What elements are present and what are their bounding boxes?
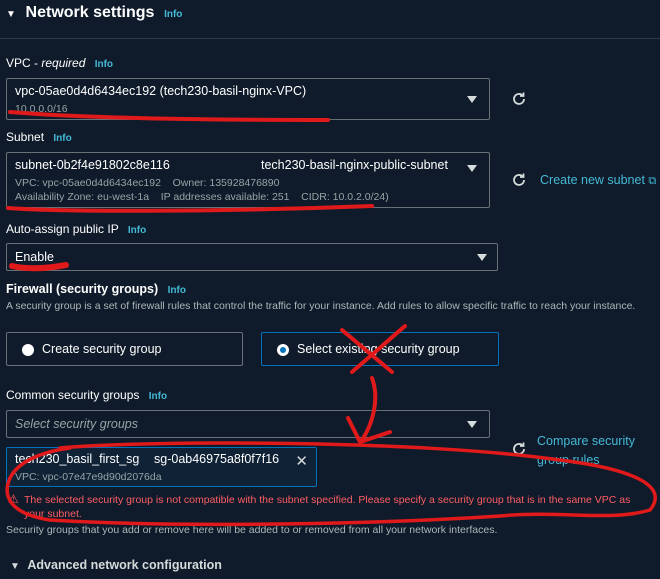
- public-ip-info-link[interactable]: Info: [128, 225, 146, 236]
- section-title: Network settings: [25, 4, 155, 21]
- select-existing-security-group-option[interactable]: Select existing security group: [261, 332, 499, 366]
- warning-icon: ⚠: [8, 492, 19, 506]
- public-ip-value: Enable: [15, 250, 54, 264]
- network-settings-header[interactable]: ▼ Network settings Info: [6, 4, 182, 22]
- header-divider: [0, 38, 660, 39]
- subnet-name: tech230-basil-nginx-public-subnet: [261, 158, 448, 172]
- refresh-subnet-icon[interactable]: [511, 172, 527, 188]
- public-ip-label: Auto-assign public IP Info: [6, 222, 147, 236]
- vpc-info-link[interactable]: Info: [95, 59, 113, 70]
- create-new-subnet-link[interactable]: Create new subnet ⧉: [540, 173, 656, 188]
- info-link[interactable]: Info: [164, 9, 182, 20]
- subnet-id: subnet-0b2f4e91802c8e116: [15, 158, 170, 172]
- firewall-info-link[interactable]: Info: [168, 285, 186, 296]
- create-security-group-label: Create security group: [42, 342, 162, 356]
- subnet-vpc-owner: VPC: vpc-05ae0d4d6434ec192 Owner: 135928…: [15, 177, 280, 189]
- radio-unselected[interactable]: [22, 344, 34, 356]
- public-ip-select[interactable]: Enable: [6, 243, 498, 271]
- select-existing-label: Select existing security group: [297, 342, 460, 356]
- error-message: The selected security group is not compa…: [24, 494, 631, 520]
- chevron-down-icon: [467, 96, 477, 103]
- subnet-select[interactable]: subnet-0b2f4e91802c8e116 tech230-basil-n…: [6, 152, 490, 208]
- refresh-vpc-icon[interactable]: [511, 91, 527, 107]
- advanced-network-configuration-toggle[interactable]: ▼ Advanced network configuration: [10, 558, 222, 572]
- refresh-security-groups-icon[interactable]: [511, 441, 527, 457]
- security-groups-placeholder: Select security groups: [15, 417, 138, 431]
- common-sg-label: Common security groups Info: [6, 388, 168, 402]
- close-icon[interactable]: ✕: [295, 452, 308, 470]
- vpc-cidr: 10.0.0.0/16: [15, 103, 68, 115]
- security-group-token: tech230_basil_first_sg sg-0ab46975a8f0f7…: [6, 447, 317, 487]
- token-id: sg-0ab46975a8f0f7f16: [154, 452, 280, 466]
- chevron-down-icon: [477, 254, 487, 261]
- subnet-label: Subnet Info: [6, 130, 72, 144]
- common-sg-info-link[interactable]: Info: [149, 391, 167, 402]
- vpc-value: vpc-05ae0d4d6434ec192 (tech230-basil-ngi…: [15, 84, 307, 98]
- create-security-group-option[interactable]: Create security group: [6, 332, 243, 366]
- chevron-down-icon: [467, 421, 477, 428]
- footer-note: Security groups that you add or remove h…: [6, 524, 498, 536]
- security-groups-select[interactable]: Select security groups: [6, 410, 490, 438]
- subnet-details: Availability Zone: eu-west-1a IP address…: [15, 191, 389, 203]
- token-name: tech230_basil_first_sg: [15, 452, 140, 466]
- collapse-triangle-icon: ▼: [6, 9, 16, 20]
- vpc-label: VPC - required Info: [6, 56, 114, 70]
- token-vpc: VPC: vpc-07e47e9d90d2076da: [15, 471, 162, 483]
- subnet-info-link[interactable]: Info: [53, 133, 71, 144]
- chevron-down-icon: [467, 165, 477, 172]
- expand-triangle-icon: ▼: [10, 561, 20, 572]
- firewall-label: Firewall (security groups) Info: [6, 282, 186, 296]
- compare-security-group-rules-link[interactable]: Compare security group rules: [537, 432, 635, 470]
- firewall-description: A security group is a set of firewall ru…: [6, 300, 636, 312]
- external-link-icon: ⧉: [648, 175, 657, 187]
- vpc-select[interactable]: vpc-05ae0d4d6434ec192 (tech230-basil-ngi…: [6, 78, 490, 120]
- radio-selected[interactable]: [277, 344, 289, 356]
